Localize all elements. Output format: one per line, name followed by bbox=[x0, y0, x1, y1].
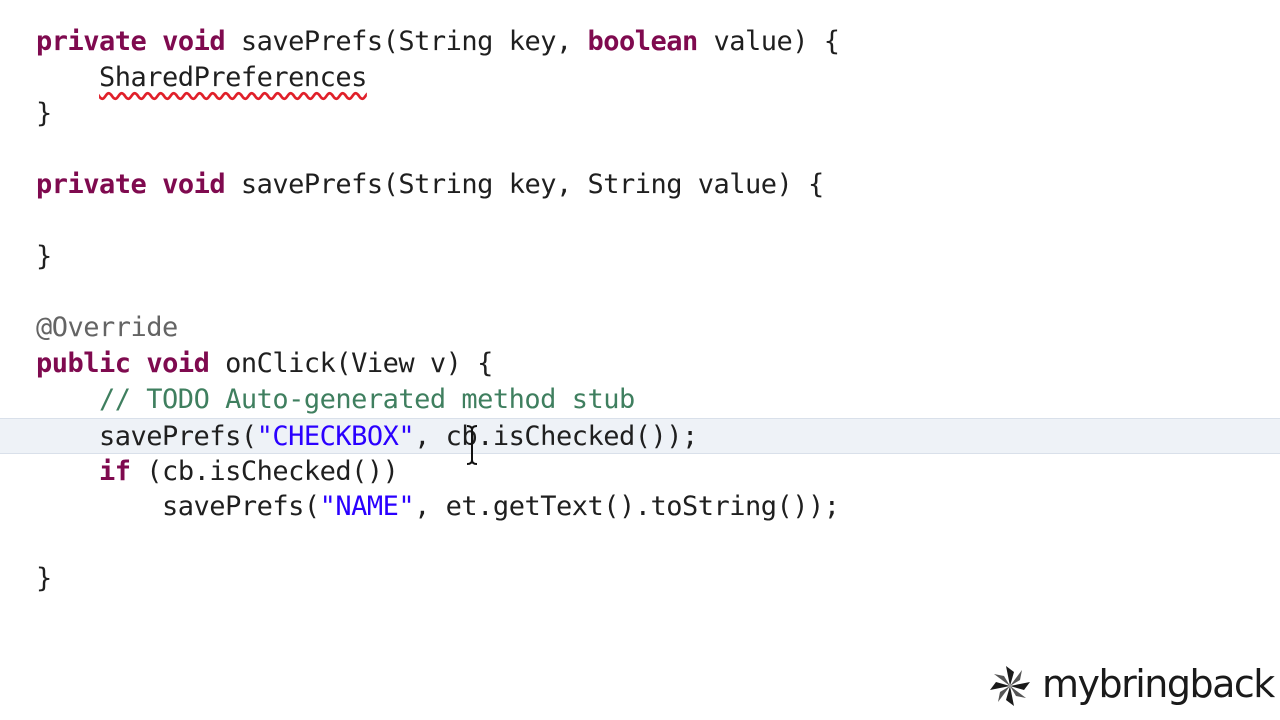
code-line-text: @Override bbox=[36, 310, 178, 346]
code-token: savePrefs(String key, bbox=[225, 26, 588, 57]
keyword-token: public bbox=[36, 348, 131, 380]
code-line-text: SharedPreferences bbox=[36, 60, 367, 96]
code-line[interactable]: } bbox=[0, 96, 1280, 132]
code-line[interactable]: savePrefs("CHECKBOX", cb.isChecked()); bbox=[0, 417, 1280, 455]
code-line[interactable]: SharedPreferences bbox=[0, 60, 1280, 96]
code-line[interactable]: @Override bbox=[0, 310, 1280, 346]
keyword-token: void bbox=[162, 169, 226, 201]
code-line[interactable]: } bbox=[0, 561, 1280, 597]
code-token: , cb.isChecked()); bbox=[414, 420, 698, 452]
code-line[interactable]: } bbox=[0, 239, 1280, 275]
code-line[interactable] bbox=[0, 203, 1280, 239]
string-token: "CHECKBOX" bbox=[256, 420, 415, 452]
code-line-text: savePrefs("CHECKBOX", cb.isChecked()); bbox=[36, 419, 698, 455]
code-token: } bbox=[36, 240, 52, 272]
code-line-text: } bbox=[36, 239, 52, 275]
code-line[interactable] bbox=[0, 275, 1280, 311]
code-line[interactable]: savePrefs("NAME", et.getText().toString(… bbox=[0, 489, 1280, 525]
code-line-text: private void savePrefs(String key, boole… bbox=[36, 24, 840, 60]
code-line-text: } bbox=[36, 96, 52, 132]
keyword-token: boolean bbox=[587, 26, 698, 57]
code-token: value) { bbox=[697, 26, 841, 57]
code-line[interactable] bbox=[0, 131, 1280, 167]
keyword-token: void bbox=[146, 348, 210, 380]
code-editor[interactable]: private void savePrefs(String key, boole… bbox=[0, 0, 1280, 720]
code-token: (cb.isChecked()) bbox=[130, 455, 399, 487]
code-line-text: private void savePrefs(String key, Strin… bbox=[36, 167, 824, 203]
keyword-token: private bbox=[36, 169, 147, 201]
code-token: , et.getText().toString()); bbox=[414, 491, 840, 523]
string-token: "NAME" bbox=[319, 491, 415, 523]
mybringback-logo: mybringback bbox=[986, 660, 1276, 712]
code-token: savePrefs(String key, String value) { bbox=[225, 169, 824, 201]
logo-text: mybringback bbox=[1042, 662, 1275, 706]
annotation-token: @Override bbox=[36, 312, 178, 344]
keyword-token: private bbox=[36, 26, 147, 57]
code-line-text: public void onClick(View v) { bbox=[36, 346, 493, 382]
code-token: savePrefs( bbox=[36, 491, 320, 523]
code-line[interactable] bbox=[0, 525, 1280, 561]
code-line[interactable]: private void savePrefs(String key, Strin… bbox=[0, 167, 1280, 203]
error-token: SharedPreferences bbox=[99, 61, 367, 93]
code-token: } bbox=[36, 563, 52, 594]
code-token: onClick(View v) { bbox=[209, 348, 493, 380]
keyword-token: void bbox=[162, 26, 226, 57]
text-cursor-icon bbox=[466, 424, 478, 466]
code-token: } bbox=[36, 97, 52, 129]
code-line-text: if (cb.isChecked()) bbox=[36, 454, 399, 490]
keyword-token: if bbox=[99, 455, 131, 487]
code-line[interactable]: // TODO Auto-generated method stub bbox=[0, 382, 1280, 418]
code-token: savePrefs( bbox=[36, 420, 257, 452]
code-line[interactable]: if (cb.isChecked()) bbox=[0, 454, 1280, 490]
code-line[interactable]: private void savePrefs(String key, boole… bbox=[0, 24, 1280, 60]
code-line-text: } bbox=[36, 561, 52, 597]
comment-token: // TODO Auto-generated method stub bbox=[99, 384, 635, 415]
pinwheel-logo-icon bbox=[990, 666, 1030, 706]
code-line[interactable]: public void onClick(View v) { bbox=[0, 346, 1280, 382]
code-line-text: savePrefs("NAME", et.getText().toString(… bbox=[36, 489, 840, 525]
code-line-text: // TODO Auto-generated method stub bbox=[36, 382, 635, 418]
